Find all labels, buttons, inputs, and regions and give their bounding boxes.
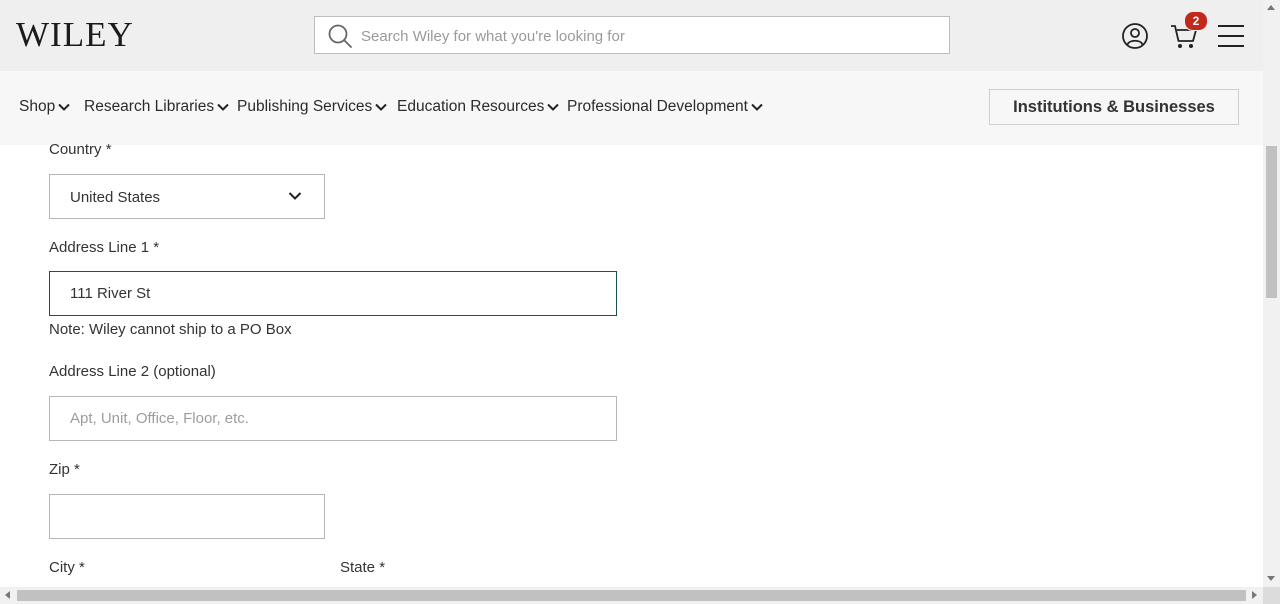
chevron-down-icon [751,103,763,111]
horizontal-scrollbar[interactable] [0,587,1263,604]
zip-label: Zip * [49,461,80,478]
vertical-scrollbar[interactable] [1263,0,1280,587]
chevron-down-icon [288,192,302,200]
hamburger-menu-icon[interactable] [1217,23,1245,49]
nav-label: Research Libraries [84,98,215,115]
search-input[interactable] [359,17,943,55]
address-line-1-field[interactable] [49,271,617,316]
country-label: Country * [49,141,112,158]
zip-field[interactable] [49,494,325,539]
main-nav: Shop Research Libraries Publishing Servi… [0,71,1263,145]
nav-label: Professional Development [567,98,748,115]
nav-education-resources[interactable]: Education Resources [397,98,560,116]
horizontal-scroll-thumb[interactable] [17,590,1246,601]
scroll-down-arrow-icon[interactable] [1267,576,1275,581]
address-line-2-input[interactable] [50,397,616,440]
country-selected-value: United States [70,189,161,206]
search-icon [328,24,352,48]
nav-shop[interactable]: Shop [19,98,70,116]
address-line-1-input[interactable] [50,272,616,315]
nav-publishing-services[interactable]: Publishing Services [237,98,387,116]
country-select[interactable]: United States [49,174,325,219]
vertical-scroll-thumb[interactable] [1266,146,1277,298]
account-icon[interactable] [1121,22,1149,50]
chevron-down-icon [217,103,229,111]
scroll-right-arrow-icon[interactable] [1252,591,1257,599]
chevron-down-icon [375,103,387,111]
nav-label: Education Resources [397,98,545,115]
cart-count-badge: 2 [1184,11,1208,31]
zip-input[interactable] [50,495,324,538]
scrollbar-corner [1263,587,1280,604]
po-box-note: Note: Wiley cannot ship to a PO Box [49,321,292,338]
nav-label: Publishing Services [237,98,373,115]
nav-label: Shop [19,98,56,115]
state-label: State * [340,559,386,576]
address-line-2-label: Address Line 2 (optional) [49,363,216,380]
chevron-down-icon [547,103,560,111]
search-bar[interactable] [314,16,950,55]
scroll-left-arrow-icon[interactable] [5,591,10,599]
nav-research-libraries[interactable]: Research Libraries [84,98,229,116]
chevron-down-icon [58,103,70,111]
institutions-businesses-button[interactable]: Institutions & Businesses [989,89,1239,125]
address-line-2-field[interactable] [49,396,617,441]
scroll-up-arrow-icon[interactable] [1267,5,1275,10]
city-label: City * [49,559,85,576]
nav-professional-development[interactable]: Professional Development [567,98,763,116]
top-header: WILEY 2 [0,0,1263,71]
wiley-logo[interactable]: WILEY [16,14,134,56]
address-line-1-label: Address Line 1 * [49,239,160,256]
